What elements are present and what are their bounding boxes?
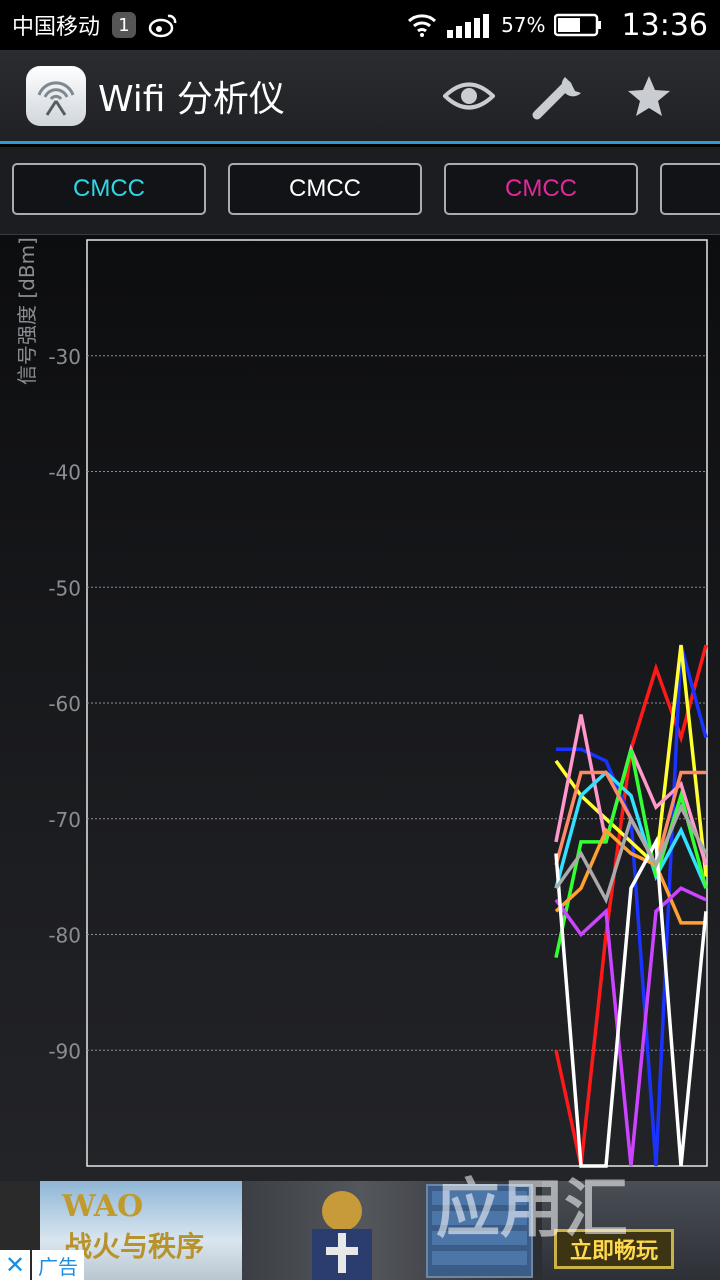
network-tabs: CMCC CMCC CMCC xyxy=(0,147,720,235)
battery-percent: 57% xyxy=(501,13,546,37)
network-tab-2[interactable]: CMCC xyxy=(228,163,422,215)
y-tick-label: -40 xyxy=(48,461,81,485)
network-tab-label: CMCC xyxy=(73,175,145,202)
wifi-icon xyxy=(408,14,437,37)
y-axis-label: 信号强度 [dBm] xyxy=(15,237,39,385)
wrench-icon xyxy=(532,76,581,119)
status-bar: 中国移动 1 57% 13:36 xyxy=(0,0,720,50)
y-tick-label: -90 xyxy=(48,1039,81,1063)
clock: 13:36 xyxy=(621,7,708,43)
ad-label: 广告 xyxy=(32,1250,84,1280)
app-title: Wifi 分析仪 xyxy=(98,78,285,120)
network-tab-1[interactable]: CMCC xyxy=(12,163,206,215)
y-tick-label: -60 xyxy=(48,692,81,716)
settings-button[interactable] xyxy=(514,61,604,131)
wifi-antenna-icon xyxy=(37,80,75,116)
signal-strength-chart: -30 -40 -50 -60 -70 -80 -90 xyxy=(48,239,708,1168)
star-icon xyxy=(628,75,670,116)
network-tab-4[interactable] xyxy=(660,163,720,215)
network-tab-3[interactable]: CMCC xyxy=(444,163,638,215)
y-axis-label-container: 信号强度 [dBm] xyxy=(15,237,39,385)
app-icon[interactable] xyxy=(26,65,86,126)
signal-chart-area: -30 -40 -50 -60 -70 -80 -90 信号强度 [dBm] xyxy=(0,235,720,1181)
ad-game-subtitle: 战火与秩序 xyxy=(64,1230,205,1263)
favorite-button[interactable] xyxy=(604,61,694,131)
notification-count-badge: 1 xyxy=(112,12,137,38)
action-bar: Wifi 分析仪 xyxy=(0,50,720,144)
ad-game-title: WAO xyxy=(62,1189,144,1224)
y-tick-label: -80 xyxy=(48,924,81,948)
app-market-watermark: 应用汇 xyxy=(436,1173,628,1247)
signal-icon xyxy=(447,14,490,38)
eye-icon xyxy=(443,82,495,109)
carrier-name: 中国移动 xyxy=(12,15,101,40)
network-tab-label: CMCC xyxy=(289,175,361,202)
weibo-icon xyxy=(148,14,177,38)
view-button[interactable] xyxy=(424,61,514,131)
y-tick-label: -50 xyxy=(48,576,81,600)
battery-icon xyxy=(553,13,601,37)
y-tick-label: -70 xyxy=(48,808,81,832)
ad-close-icon[interactable]: ✕ xyxy=(0,1250,30,1280)
y-tick-label: -30 xyxy=(48,345,81,369)
network-tab-label: CMCC xyxy=(505,175,577,202)
